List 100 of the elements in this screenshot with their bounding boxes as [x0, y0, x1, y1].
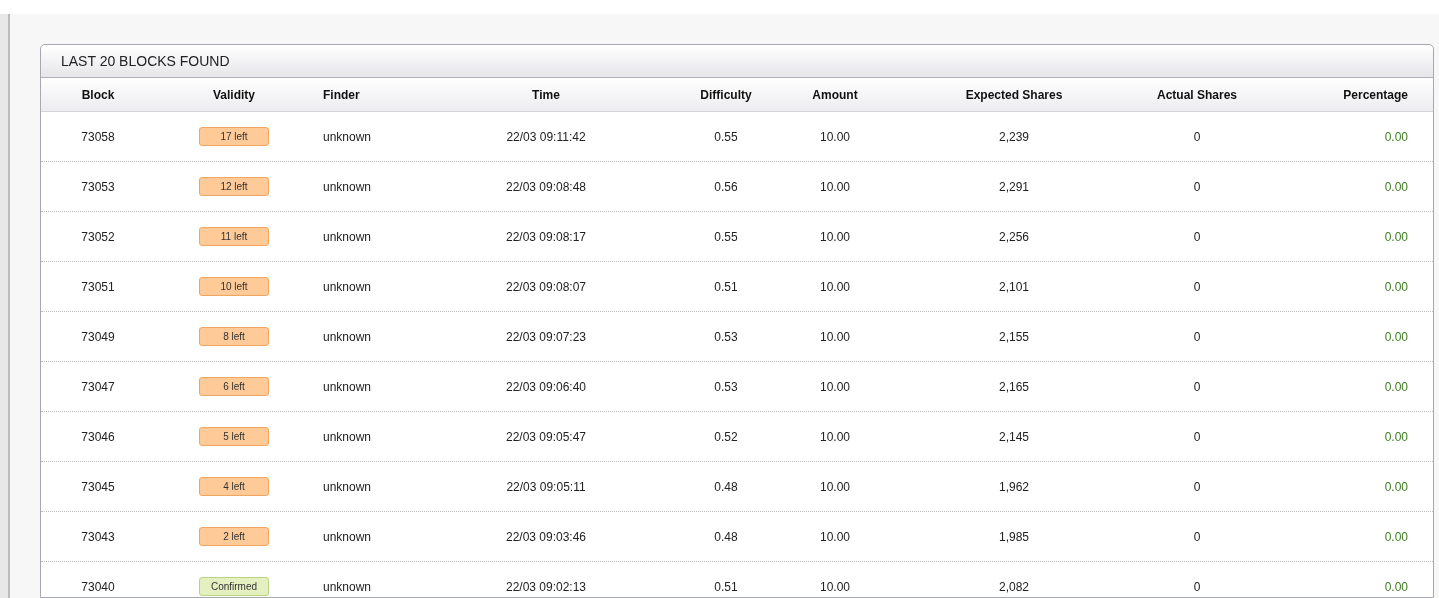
actual-shares-value: 0 — [1193, 279, 1201, 294]
block-time: 22/03 09:02:13 — [505, 579, 587, 594]
confirmed-badge: Confirmed — [199, 577, 269, 596]
actual-shares-value: 0 — [1193, 379, 1201, 394]
difficulty-value: 0.56 — [714, 179, 738, 194]
finder-name: unknown — [323, 179, 372, 194]
panel-title: LAST 20 BLOCKS FOUND — [61, 53, 230, 69]
blocks-left-badge: 12 left — [199, 177, 269, 196]
expected-shares-value: 2,256 — [999, 229, 1029, 244]
amount-value: 10.00 — [820, 479, 850, 494]
amount-value: 10.00 — [820, 279, 850, 294]
finder-name: unknown — [323, 329, 372, 344]
expected-shares-value: 2,165 — [999, 379, 1029, 394]
finder-name: unknown — [323, 579, 372, 594]
amount-value: 10.00 — [820, 579, 850, 594]
difficulty-value: 0.48 — [714, 479, 738, 494]
amount-value: 10.00 — [820, 379, 850, 394]
amount-value: 10.00 — [820, 129, 850, 144]
amount-value: 10.00 — [820, 329, 850, 344]
expected-shares-value: 1,962 — [999, 479, 1029, 494]
column-header: Block — [81, 87, 115, 102]
percentage-value: 0.00 — [1384, 379, 1408, 394]
block-time: 22/03 09:06:40 — [505, 379, 587, 394]
difficulty-value: 0.55 — [714, 229, 738, 244]
amount-value: 10.00 — [820, 179, 850, 194]
percentage-value: 0.00 — [1384, 179, 1408, 194]
finder-name: unknown — [323, 229, 372, 244]
blocks-left-badge: 5 left — [199, 427, 269, 446]
block-number: 73053 — [81, 179, 115, 194]
column-header: Percentage — [1343, 87, 1408, 102]
block-time: 22/03 09:08:48 — [505, 179, 587, 194]
block-number: 73058 — [81, 129, 115, 144]
amount-value: 10.00 — [820, 229, 850, 244]
actual-shares-value: 0 — [1193, 179, 1201, 194]
block-time: 22/03 09:05:11 — [506, 479, 586, 494]
block-number: 73051 — [81, 279, 115, 294]
amount-value: 10.00 — [820, 429, 850, 444]
block-number: 73045 — [81, 479, 115, 494]
expected-shares-value: 2,145 — [999, 429, 1029, 444]
actual-shares-value: 0 — [1193, 429, 1201, 444]
percentage-value: 0.00 — [1384, 579, 1408, 594]
percentage-value: 0.00 — [1384, 479, 1408, 494]
actual-shares-value: 0 — [1193, 329, 1201, 344]
blocks-left-badge: 11 left — [199, 227, 269, 246]
finder-name: unknown — [323, 529, 372, 544]
block-number: 73046 — [81, 429, 115, 444]
block-time: 22/03 09:05:47 — [505, 429, 587, 444]
actual-shares-value: 0 — [1193, 229, 1201, 244]
amount-value: 10.00 — [820, 529, 850, 544]
block-number: 73047 — [81, 379, 115, 394]
finder-name: unknown — [323, 379, 372, 394]
block-time: 22/03 09:08:17 — [505, 229, 587, 244]
expected-shares-value: 2,155 — [999, 329, 1029, 344]
actual-shares-value: 0 — [1193, 129, 1201, 144]
finder-name: unknown — [323, 279, 372, 294]
column-header: Time — [532, 87, 560, 102]
actual-shares-value: 0 — [1193, 479, 1201, 494]
percentage-value: 0.00 — [1384, 429, 1408, 444]
difficulty-value: 0.53 — [714, 379, 738, 394]
expected-shares-value: 2,101 — [999, 279, 1029, 294]
percentage-value: 0.00 — [1384, 329, 1408, 344]
difficulty-value: 0.53 — [714, 329, 738, 344]
block-number: 73043 — [81, 529, 115, 544]
expected-shares-value: 2,239 — [999, 129, 1029, 144]
blocks-left-badge: 6 left — [199, 377, 269, 396]
actual-shares-value: 0 — [1193, 529, 1201, 544]
difficulty-value: 0.55 — [714, 129, 738, 144]
block-number: 73052 — [81, 229, 115, 244]
column-header: Actual Shares — [1157, 87, 1238, 102]
blocks-left-badge: 2 left — [199, 527, 269, 546]
column-header: Expected Shares — [965, 87, 1063, 102]
block-time: 22/03 09:03:46 — [505, 529, 587, 544]
blocks-left-badge: 8 left — [199, 327, 269, 346]
block-time: 22/03 09:11:42 — [506, 129, 586, 144]
difficulty-value: 0.51 — [714, 579, 738, 594]
blocks-left-badge: 10 left — [199, 277, 269, 296]
block-time: 22/03 09:08:07 — [505, 279, 587, 294]
percentage-value: 0.00 — [1384, 229, 1408, 244]
finder-name: unknown — [323, 479, 372, 494]
block-number: 73040 — [81, 579, 115, 594]
column-header: Amount — [812, 87, 858, 102]
difficulty-value: 0.48 — [714, 529, 738, 544]
block-number: 73049 — [81, 329, 115, 344]
percentage-value: 0.00 — [1384, 279, 1408, 294]
blocks-left-badge: 17 left — [199, 127, 269, 146]
percentage-value: 0.00 — [1384, 129, 1408, 144]
column-header: Finder — [323, 87, 360, 102]
percentage-value: 0.00 — [1384, 529, 1408, 544]
column-header: Difficulty — [700, 87, 752, 102]
finder-name: unknown — [323, 429, 372, 444]
difficulty-value: 0.52 — [714, 429, 738, 444]
actual-shares-value: 0 — [1193, 579, 1201, 594]
expected-shares-value: 1,985 — [999, 529, 1029, 544]
column-header: Validity — [213, 87, 255, 102]
expected-shares-value: 2,291 — [999, 179, 1029, 194]
finder-name: unknown — [323, 129, 372, 144]
blocks-left-badge: 4 left — [199, 477, 269, 496]
difficulty-value: 0.51 — [714, 279, 738, 294]
block-time: 22/03 09:07:23 — [505, 329, 587, 344]
expected-shares-value: 2,082 — [999, 579, 1029, 594]
